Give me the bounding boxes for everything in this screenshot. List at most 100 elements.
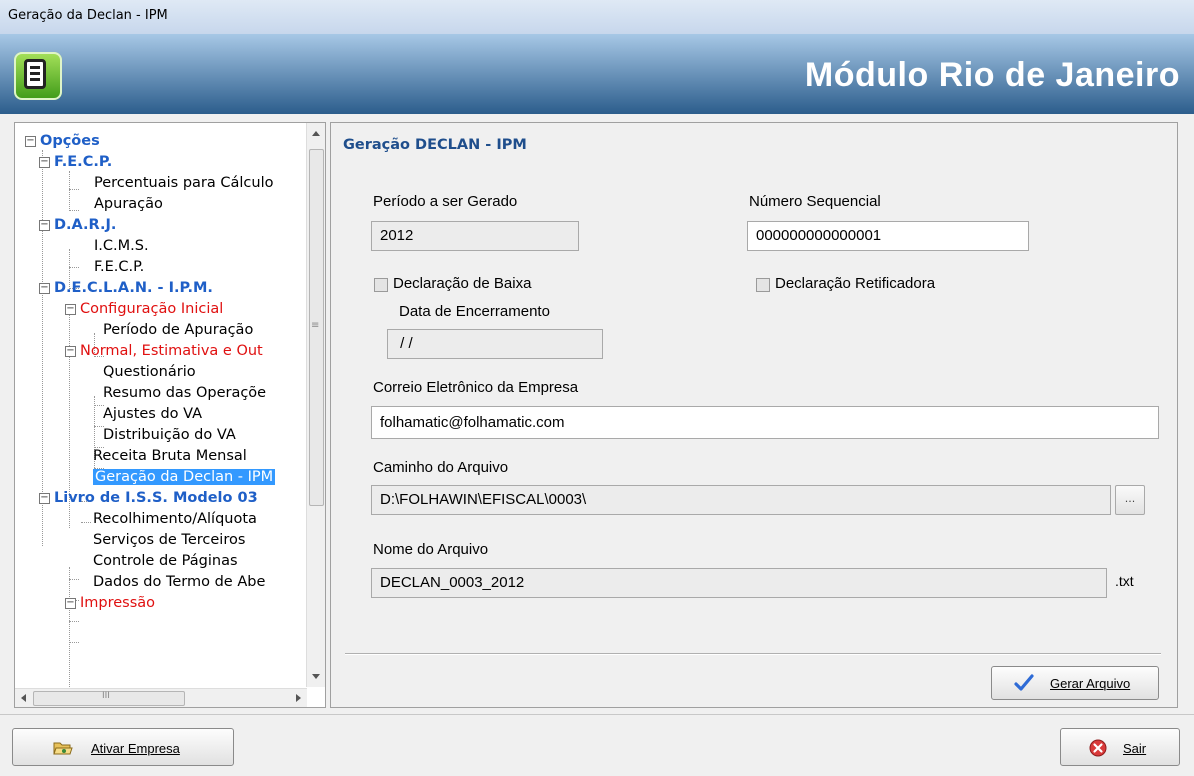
checkmark-icon bbox=[1014, 674, 1034, 695]
numero-sequencial-field[interactable]: 000000000000001 bbox=[747, 221, 1029, 251]
tree-item-label: Recolhimento/Alíquota bbox=[93, 511, 257, 527]
nome-arquivo-field[interactable]: DECLAN_0003_2012 bbox=[371, 568, 1107, 598]
tree-item[interactable]: Ajustes do VA bbox=[103, 404, 202, 425]
tree-item[interactable]: D.A.R.J. bbox=[54, 215, 116, 236]
tree-item-label: Questionário bbox=[103, 364, 196, 380]
declaracao-baixa-checkbox[interactable] bbox=[374, 278, 388, 292]
scroll-grip-icon: III bbox=[102, 691, 110, 701]
tree-item-label: D.E.C.L.A.N. - I.P.M. bbox=[54, 280, 213, 296]
data-encerramento-field[interactable]: / / bbox=[387, 329, 603, 359]
tree-item[interactable]: Normal, Estimativa e Out bbox=[80, 341, 263, 362]
tree-item-label: Receita Bruta Mensal bbox=[93, 448, 247, 464]
tree-item[interactable]: Serviços de Terceiros bbox=[93, 530, 245, 551]
tree-item-label: Geração da Declan - IPM bbox=[93, 469, 276, 485]
tree-expander-icon[interactable]: − bbox=[39, 283, 50, 294]
tree-item-label: Apuração bbox=[94, 196, 163, 212]
file-extension-label: .txt bbox=[1115, 573, 1134, 589]
gerar-arquivo-button[interactable]: Gerar Arquivo bbox=[991, 666, 1159, 700]
options-tree-panel: − Opções − F.E.C.P. Percentuais para Cálculo… bbox=[14, 122, 326, 708]
tree-expander-icon[interactable]: − bbox=[39, 220, 50, 231]
tree-item-label: Opções bbox=[40, 133, 100, 149]
email-label: Correio Eletrônico da Empresa bbox=[373, 379, 579, 396]
periodo-label: Período a ser Gerado bbox=[373, 193, 518, 210]
numero-sequencial-label: Número Sequencial bbox=[749, 193, 881, 210]
declaracao-baixa-label: Declaração de Baixa bbox=[393, 275, 532, 292]
declaracao-retificadora-label: Declaração Retificadora bbox=[775, 275, 936, 292]
tree-item[interactable]: Questionário bbox=[103, 362, 196, 383]
tree-item-label: Livro de I.S.S. Modelo 03 bbox=[54, 490, 258, 506]
tree-item[interactable]: F.E.C.P. bbox=[54, 152, 112, 173]
folder-open-icon bbox=[53, 740, 73, 759]
tree-expander-icon[interactable]: − bbox=[25, 136, 36, 147]
window-titlebar: Geração da Declan - IPM bbox=[0, 0, 1194, 35]
gerar-arquivo-label: Gerar Arquivo bbox=[1050, 676, 1131, 691]
tree-item[interactable]: Controle de Páginas bbox=[93, 551, 238, 572]
tree-expander-icon[interactable]: − bbox=[65, 346, 76, 357]
data-encerramento-label: Data de Encerramento bbox=[399, 303, 550, 320]
ativar-empresa-label: Ativar Empresa bbox=[91, 741, 180, 756]
tree-item-label: Serviços de Terceiros bbox=[93, 532, 246, 548]
tree-item-label: Período de Apuração bbox=[103, 322, 254, 338]
browse-button[interactable]: ... bbox=[1115, 485, 1145, 515]
nome-arquivo-label: Nome do Arquivo bbox=[373, 541, 489, 558]
horizontal-scroll-thumb[interactable]: III bbox=[33, 691, 185, 706]
e-document-logo-icon bbox=[14, 52, 62, 100]
caminho-arquivo-label: Caminho do Arquivo bbox=[373, 459, 509, 476]
tree-item[interactable]: Impressão bbox=[80, 593, 155, 614]
tree-item-label: D.A.R.J. bbox=[54, 217, 117, 233]
tree-item-label: Normal, Estimativa e Out bbox=[80, 343, 263, 359]
ativar-empresa-button[interactable]: Ativar Empresa bbox=[12, 728, 234, 766]
close-red-icon bbox=[1089, 739, 1107, 760]
scroll-up-arrow-icon[interactable] bbox=[312, 131, 320, 136]
caminho-arquivo-field[interactable]: D:\FOLHAWIN\EFISCAL\0003\ bbox=[371, 485, 1111, 515]
scroll-left-arrow-icon[interactable] bbox=[21, 694, 26, 702]
tree-item[interactable]: D.E.C.L.A.N. - I.P.M. bbox=[54, 278, 213, 299]
tree-item-label: F.E.C.P. bbox=[54, 154, 113, 170]
tree-horizontal-scrollbar[interactable]: III bbox=[15, 688, 307, 707]
tree-item[interactable]: Período de Apuração bbox=[103, 320, 253, 341]
email-field[interactable]: folhamatic@folhamatic.com bbox=[371, 406, 1159, 439]
tree-vertical-scrollbar[interactable]: ≡ bbox=[306, 123, 325, 687]
tree-item[interactable]: Resumo das Operaçõe bbox=[103, 383, 266, 404]
declan-generation-panel: Geração DECLAN - IPM Período a ser Gerad… bbox=[330, 122, 1178, 708]
tree-item[interactable]: Dados do Termo de Abe bbox=[93, 572, 265, 593]
tree-item[interactable]: Recolhimento/Alíquota bbox=[93, 509, 257, 530]
form-separator bbox=[345, 653, 1161, 655]
vertical-scroll-thumb[interactable]: ≡ bbox=[309, 149, 324, 506]
tree-item[interactable]: Configuração Inicial bbox=[80, 299, 223, 320]
section-title: Geração DECLAN - IPM bbox=[343, 137, 527, 153]
tree-item-label: Ajustes do VA bbox=[103, 406, 203, 422]
scroll-right-arrow-icon[interactable] bbox=[296, 694, 301, 702]
tree-item[interactable]: Percentuais para Cálculo bbox=[94, 173, 273, 194]
tree-item-label: Distribuição do VA bbox=[103, 427, 236, 443]
tree-item[interactable]: Distribuição do VA bbox=[103, 425, 236, 446]
tree-expander-icon[interactable]: − bbox=[65, 304, 76, 315]
tree-item[interactable]: I.C.M.S. bbox=[94, 236, 149, 257]
tree-expander-icon[interactable]: − bbox=[39, 157, 50, 168]
tree-item-label: Controle de Páginas bbox=[93, 553, 238, 569]
tree-item-label: Configuração Inicial bbox=[80, 301, 224, 317]
tree-item[interactable]: Opções bbox=[40, 131, 100, 152]
options-tree[interactable]: − Opções − F.E.C.P. Percentuais para Cálculo… bbox=[15, 123, 307, 687]
tree-item[interactable]: Geração da Declan - IPM bbox=[93, 467, 276, 488]
declaracao-retificadora-checkbox[interactable] bbox=[756, 278, 770, 292]
tree-item-label: Impressão bbox=[80, 595, 156, 611]
scroll-grip-icon: ≡ bbox=[311, 320, 320, 331]
footer-separator bbox=[0, 714, 1194, 715]
tree-item[interactable]: F.E.C.P. bbox=[94, 257, 144, 278]
tree-item[interactable]: Livro de I.S.S. Modelo 03 bbox=[54, 488, 258, 509]
window-title: Geração da Declan - IPM bbox=[8, 8, 168, 23]
tree-expander-icon[interactable]: − bbox=[65, 598, 76, 609]
sair-button[interactable]: Sair bbox=[1060, 728, 1180, 766]
tree-item-label: F.E.C.P. bbox=[94, 259, 145, 275]
module-title: Módulo Rio de Janeiro bbox=[804, 56, 1180, 94]
tree-item-label: I.C.M.S. bbox=[94, 238, 149, 254]
sair-label: Sair bbox=[1123, 741, 1147, 756]
tree-item[interactable]: Receita Bruta Mensal bbox=[93, 446, 247, 467]
scroll-down-arrow-icon[interactable] bbox=[312, 674, 320, 679]
tree-item-label: Percentuais para Cálculo bbox=[94, 175, 274, 191]
tree-item[interactable]: Apuração bbox=[94, 194, 163, 215]
tree-item-label: Resumo das Operaçõe bbox=[103, 385, 267, 401]
tree-expander-icon[interactable]: − bbox=[39, 493, 50, 504]
periodo-field[interactable]: 2012 bbox=[371, 221, 579, 251]
